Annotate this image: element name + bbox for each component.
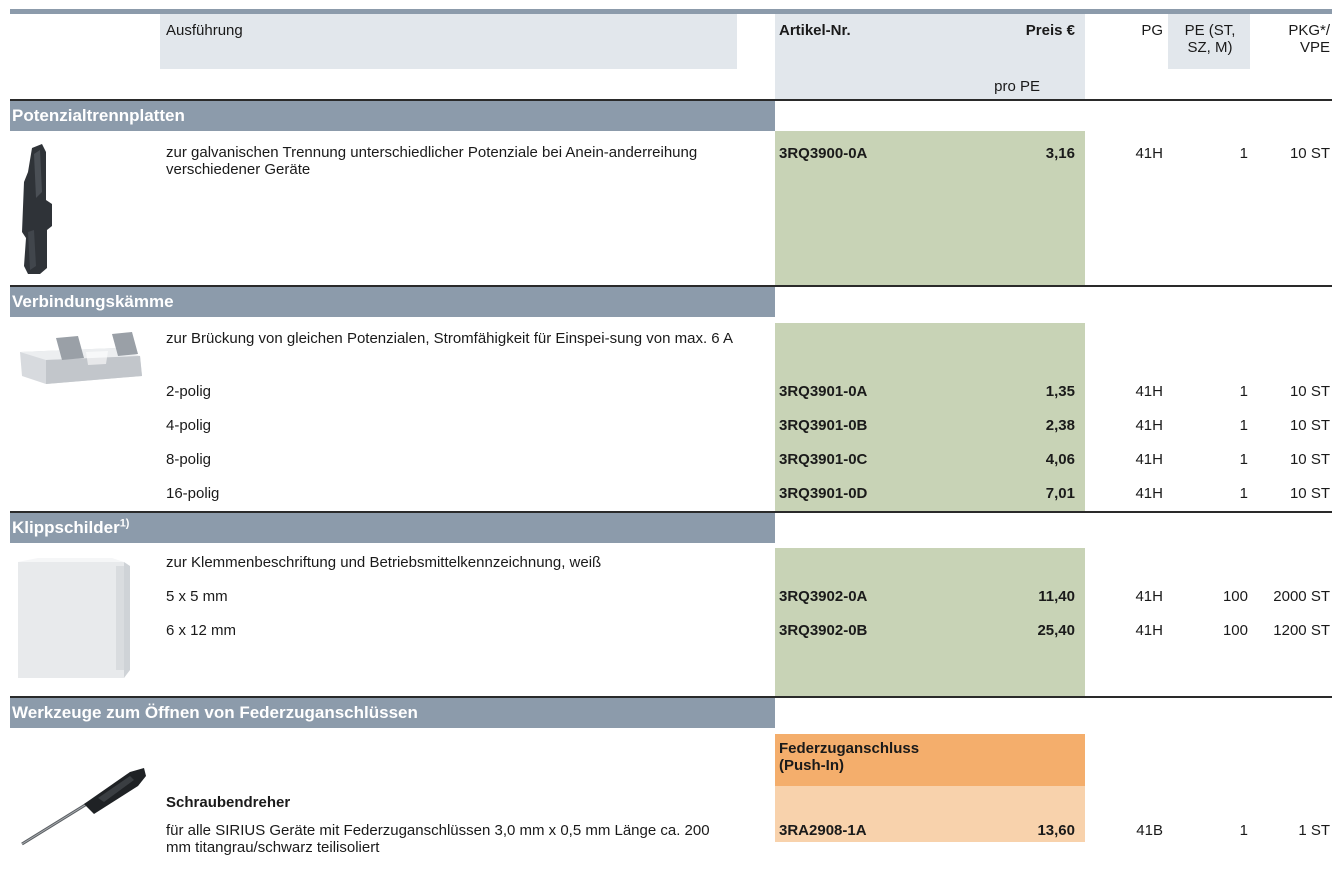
header-pe: PE (ST, SZ, M) [1184,22,1236,56]
price-group: 41H [1135,383,1163,400]
price-group: 41H [1135,145,1163,162]
item-title: Schraubendreher [166,794,291,811]
price: 1,35 [1045,383,1075,400]
pack-unit: 1 [1239,485,1248,502]
header-pro-pe: pro PE [994,78,1040,95]
header-shade-ausfuehrung [160,14,737,69]
section-title-werkzeuge: Werkzeuge zum Öffnen von Federzuganschlü… [10,698,775,728]
variant-label: 8-polig [166,451,212,468]
section-description: für alle SIRIUS Geräte mit Federzugansch… [166,822,710,856]
price: 4,06 [1045,451,1075,468]
variant-label: 4-polig [166,417,212,434]
price-group: 41B [1136,822,1163,839]
article-number: 3RQ3901-0B [779,417,868,434]
pack-unit: 1 [1239,417,1248,434]
price: 11,40 [1038,588,1075,605]
footnote-marker: 1) [119,517,130,530]
section-description: zur Klemmenbeschriftung und Betriebsmitt… [166,554,602,571]
header-artikel-nr: Artikel-Nr. [779,22,851,39]
price: 7,01 [1045,485,1075,502]
price: 3,16 [1045,145,1075,162]
package-size: 10 ST [1289,417,1330,434]
package-size: 10 ST [1289,451,1330,468]
pack-unit: 1 [1239,145,1248,162]
price-group: 41H [1135,451,1163,468]
separator-plate-image [22,144,52,274]
pack-unit: 1 [1239,451,1248,468]
article-number: 3RQ3901-0A [779,383,868,400]
screwdriver-image [21,768,146,846]
clip-label-image [18,558,130,678]
push-in-header: Federzuganschluss (Push-In) [779,740,920,774]
pack-unit: 1 [1239,383,1248,400]
article-number: 3RQ3901-0C [779,451,868,468]
article-number: 3RQ3902-0A [779,588,868,605]
section-title-text: Klippschilder [12,518,120,537]
price-group: 41H [1135,588,1163,605]
variant-label: 2-polig [166,383,212,400]
price-group: 41H [1135,622,1163,639]
article-number: 3RQ3901-0D [779,485,868,502]
pack-unit: 1 [1239,822,1248,839]
comb-busbar-image [20,332,142,384]
section-title-verbindungskaemme: Verbindungskämme [10,287,775,317]
variant-label: 5 x 5 mm [166,588,228,605]
package-size: 1200 ST [1273,622,1330,639]
article-number: 3RQ3902-0B [779,622,868,639]
variant-label: 16-polig [166,485,220,502]
pack-unit: 100 [1222,622,1248,639]
article-number: 3RQ3900-0A [779,145,868,162]
header-preis: Preis € [1025,22,1075,39]
section-title-potenzialtrennplatten: Potenzialtrennplatten [10,101,775,131]
price-group: 41H [1135,485,1163,502]
header-pg: PG [1141,22,1163,39]
price: 25,40 [1037,622,1075,639]
pack-unit: 100 [1222,588,1248,605]
price: 13,60 [1037,822,1075,839]
package-size: 10 ST [1289,485,1330,502]
package-size: 10 ST [1289,145,1330,162]
package-size: 10 ST [1289,383,1330,400]
price-group: 41H [1135,417,1163,434]
article-number: 3RA2908-1A [779,822,867,839]
section-description: zur galvanischen Trennung unterschiedlic… [166,144,698,178]
section-description: zur Brückung von gleichen Potenzialen, S… [166,330,733,347]
header-pkg: PKG*/ VPE [1288,22,1330,56]
price: 2,38 [1045,417,1075,434]
package-size: 1 ST [1298,822,1330,839]
section-title-klippschilder: Klippschilder1) [10,513,775,543]
package-size: 2000 ST [1273,588,1330,605]
variant-label: 6 x 12 mm [166,622,237,639]
header-ausfuehrung: Ausführung [166,22,243,39]
